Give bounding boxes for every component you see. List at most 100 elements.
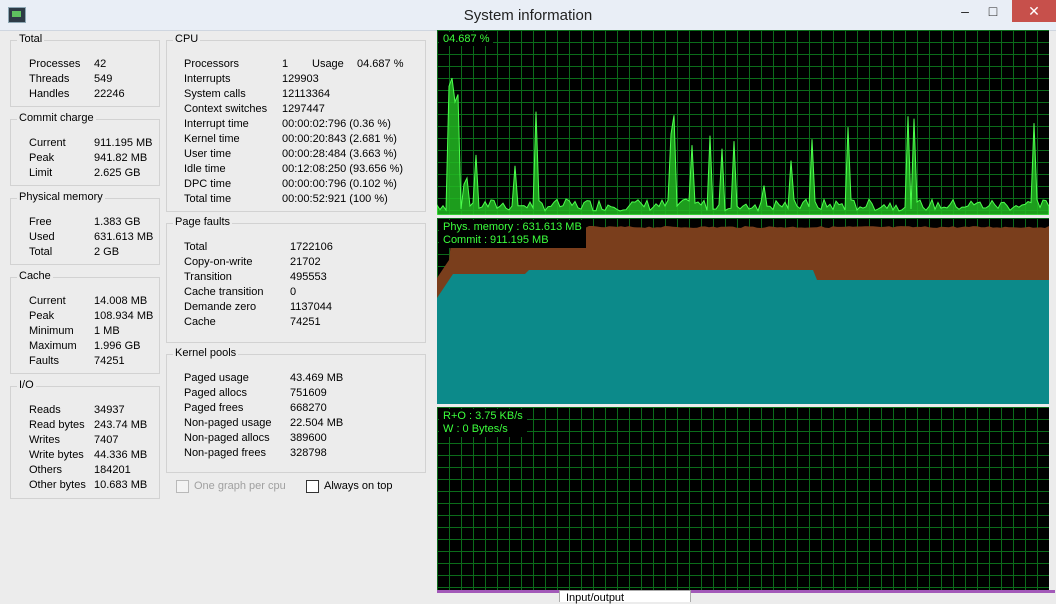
row-value: 631.613 MB [94, 231, 154, 243]
io-graph: R+O : 3.75 KB/s W : 0 Bytes/s [437, 407, 1049, 590]
row-label: Handles [29, 88, 70, 100]
physical-memory-group: Physical memory Free 1.383 GB Used 631.6… [10, 191, 160, 265]
row-value: 22246 [94, 88, 125, 100]
phys-memory-area [437, 270, 1049, 404]
row-value: 2.625 GB [94, 167, 141, 179]
row-value: 7407 [94, 434, 119, 446]
tab-input-output[interactable]: Input/output [559, 590, 691, 604]
cpu-usage-graph: 04.687 % [437, 30, 1049, 215]
io-group: I/O Reads 34937 Read bytes 243.74 MB Wri… [10, 379, 160, 499]
row-label: Transition [184, 271, 232, 283]
row-value: 389600 [290, 432, 327, 444]
commit-charge-group: Commit charge Current 911.195 MB Peak 94… [10, 112, 160, 186]
row-value: 44.336 MB [94, 449, 148, 461]
total-group: Total Processes 42 Threads 549 Handles 2… [10, 33, 160, 107]
group-title: Kernel pools [173, 347, 239, 359]
row-label: Write bytes [29, 449, 84, 461]
kernel-pools-group: Kernel pools Paged usage 43.469 MB Paged… [166, 347, 426, 473]
row-value: 21702 [290, 256, 321, 268]
row-label: Context switches [184, 103, 268, 115]
row-value: 1.383 GB [94, 216, 141, 228]
one-graph-per-cpu-checkbox[interactable] [176, 480, 189, 493]
row-value: 941.82 MB [94, 152, 148, 164]
row-value: 00:00:00:796 (0.102 %) [282, 178, 397, 190]
row-value: 1 [282, 58, 289, 70]
cpu-usage-plot [437, 77, 1049, 215]
row-label: Writes [29, 434, 60, 446]
group-title: Commit charge [17, 112, 96, 124]
row-value: 1.996 GB [94, 340, 141, 352]
row-value: 328798 [290, 447, 327, 459]
cache-group: Cache Current 14.008 MB Peak 108.934 MB … [10, 270, 160, 374]
row-value: 0 [290, 286, 297, 298]
row-value: 42 [94, 58, 107, 70]
row-label: Processes [29, 58, 81, 70]
row-label: Demande zero [184, 301, 257, 313]
row-value: 43.469 MB [290, 372, 344, 384]
row-label: Others [29, 464, 63, 476]
cpu-usage-label: 04.687 % [439, 32, 494, 46]
row-label: User time [184, 148, 232, 160]
row-label: Current [29, 137, 66, 149]
row-value: 495553 [290, 271, 327, 283]
always-on-top-option[interactable]: Always on top [306, 480, 416, 494]
row-value: 243.74 MB [94, 419, 148, 431]
memory-labels: Phys. memory : 631.613 MB Commit : 911.1… [439, 220, 586, 248]
usage-label: Usage [312, 58, 344, 70]
read-other-label: R+O : 3.75 KB/s [443, 410, 523, 422]
row-value: 751609 [290, 387, 327, 399]
row-value: 1137044 [290, 301, 333, 313]
row-label: Limit [29, 167, 53, 179]
row-label: Maximum [29, 340, 77, 352]
row-label: DPC time [184, 178, 232, 190]
commit-label: Commit : 911.195 MB [443, 234, 549, 246]
always-on-top-checkbox[interactable] [306, 480, 319, 493]
row-value: 00:00:28:484 (3.663 %) [282, 148, 397, 160]
tab-label: Input/output [566, 592, 625, 604]
always-on-top-label: Always on top [324, 480, 393, 492]
row-value: 00:00:52:921 (100 %) [282, 193, 388, 205]
row-label: Read bytes [29, 419, 85, 431]
maximize-button[interactable]: □ [978, 0, 1008, 22]
row-label: Used [29, 231, 55, 243]
cpu-group: CPU Processors 1 Usage 04.687 % Interrup… [166, 33, 426, 212]
group-title: CPU [173, 33, 201, 45]
cpu-usage-area [437, 77, 1049, 215]
close-button[interactable]: ✕ [1012, 0, 1056, 22]
row-label: Interrupt time [184, 118, 249, 130]
one-graph-per-cpu-label: One graph per cpu [194, 480, 286, 492]
row-value: 668270 [290, 402, 327, 414]
usage-value: 04.687 % [357, 58, 404, 70]
row-value: 00:00:20:843 (2.681 %) [282, 133, 397, 145]
row-label: Total [184, 241, 208, 253]
row-value: 911.195 MB [94, 137, 153, 149]
row-value: 74251 [94, 355, 125, 367]
row-label: Paged allocs [184, 387, 247, 399]
minimize-button[interactable]: ‒ [950, 0, 980, 22]
phys-memory-label: Phys. memory : 631.613 MB [443, 221, 582, 233]
row-label: Minimum [29, 325, 74, 337]
row-label: Peak [29, 310, 55, 322]
row-value: 1722106 [290, 241, 333, 253]
group-title: Cache [17, 270, 53, 282]
row-label: Cache transition [184, 286, 264, 298]
io-labels: R+O : 3.75 KB/s W : 0 Bytes/s [439, 409, 527, 437]
row-label: Paged frees [184, 402, 244, 414]
row-value: 184201 [94, 464, 131, 476]
row-value: 549 [94, 73, 113, 85]
memory-graph: Phys. memory : 631.613 MB Commit : 911.1… [437, 218, 1049, 404]
row-value: 00:12:08:250 (93.656 %) [282, 163, 404, 175]
group-title: Physical memory [17, 191, 105, 203]
row-label: Reads [29, 404, 61, 416]
row-label: Current [29, 295, 66, 307]
group-title: I/O [17, 379, 36, 391]
row-value: 00:00:02:796 (0.36 %) [282, 118, 391, 130]
row-label: Interrupts [184, 73, 231, 85]
title-bar: System information ‒ □ ✕ [0, 0, 1056, 31]
row-label: Non-paged frees [184, 447, 266, 459]
row-label: Cache [184, 316, 216, 328]
window-title: System information [463, 7, 593, 24]
one-graph-per-cpu-option[interactable]: One graph per cpu [176, 480, 306, 494]
row-label: Non-paged usage [184, 417, 272, 429]
row-label: Paged usage [184, 372, 249, 384]
